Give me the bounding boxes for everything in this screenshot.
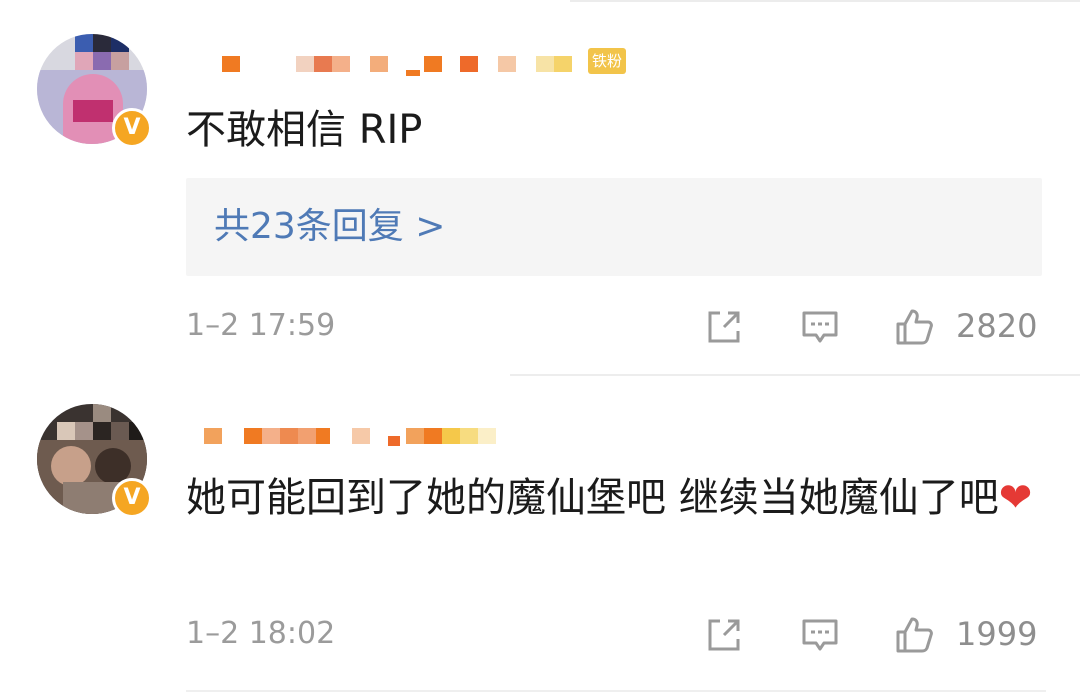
fan-badge: 铁粉	[588, 48, 626, 74]
comment-item: V 铁粉 不敢相信 RIP 共23条回复 > 1–2 17:59 2820	[0, 0, 1080, 376]
heart-emoji: ❤	[998, 475, 1033, 521]
like-icon[interactable]	[894, 615, 934, 655]
reply-icon[interactable]	[800, 615, 840, 655]
timestamp: 1–2 17:59	[186, 308, 336, 343]
comment-text: 不敢相信 RIP	[186, 107, 423, 153]
comment-footer: 1–2 17:59 2820	[186, 304, 1046, 348]
share-icon[interactable]	[704, 615, 744, 655]
like-count: 1999	[956, 615, 1038, 653]
comment-text: 她可能回到了她的魔仙堡吧 继续当她魔仙了吧❤	[186, 470, 1046, 526]
comment-item: V 她可能回到了她的魔仙堡吧 继续当她魔仙了吧❤ 1–2 18:02 1999	[0, 376, 1080, 700]
replies-box[interactable]: 共23条回复 >	[186, 178, 1042, 276]
like-icon[interactable]	[894, 307, 934, 347]
like-count: 2820	[956, 307, 1038, 345]
username-obscured[interactable]	[200, 422, 510, 448]
verified-icon: V	[112, 108, 152, 148]
bottom-divider	[186, 690, 1046, 692]
comment-footer: 1–2 18:02 1999	[186, 612, 1046, 656]
comment-text-body: 她可能回到了她的魔仙堡吧 继续当她魔仙了吧	[186, 475, 999, 521]
verified-icon: V	[112, 478, 152, 518]
reply-icon[interactable]	[800, 307, 840, 347]
share-icon[interactable]	[704, 307, 744, 347]
view-replies-link[interactable]: 共23条回复 >	[214, 202, 445, 252]
timestamp: 1–2 18:02	[186, 616, 336, 651]
username-obscured[interactable]	[218, 50, 628, 76]
